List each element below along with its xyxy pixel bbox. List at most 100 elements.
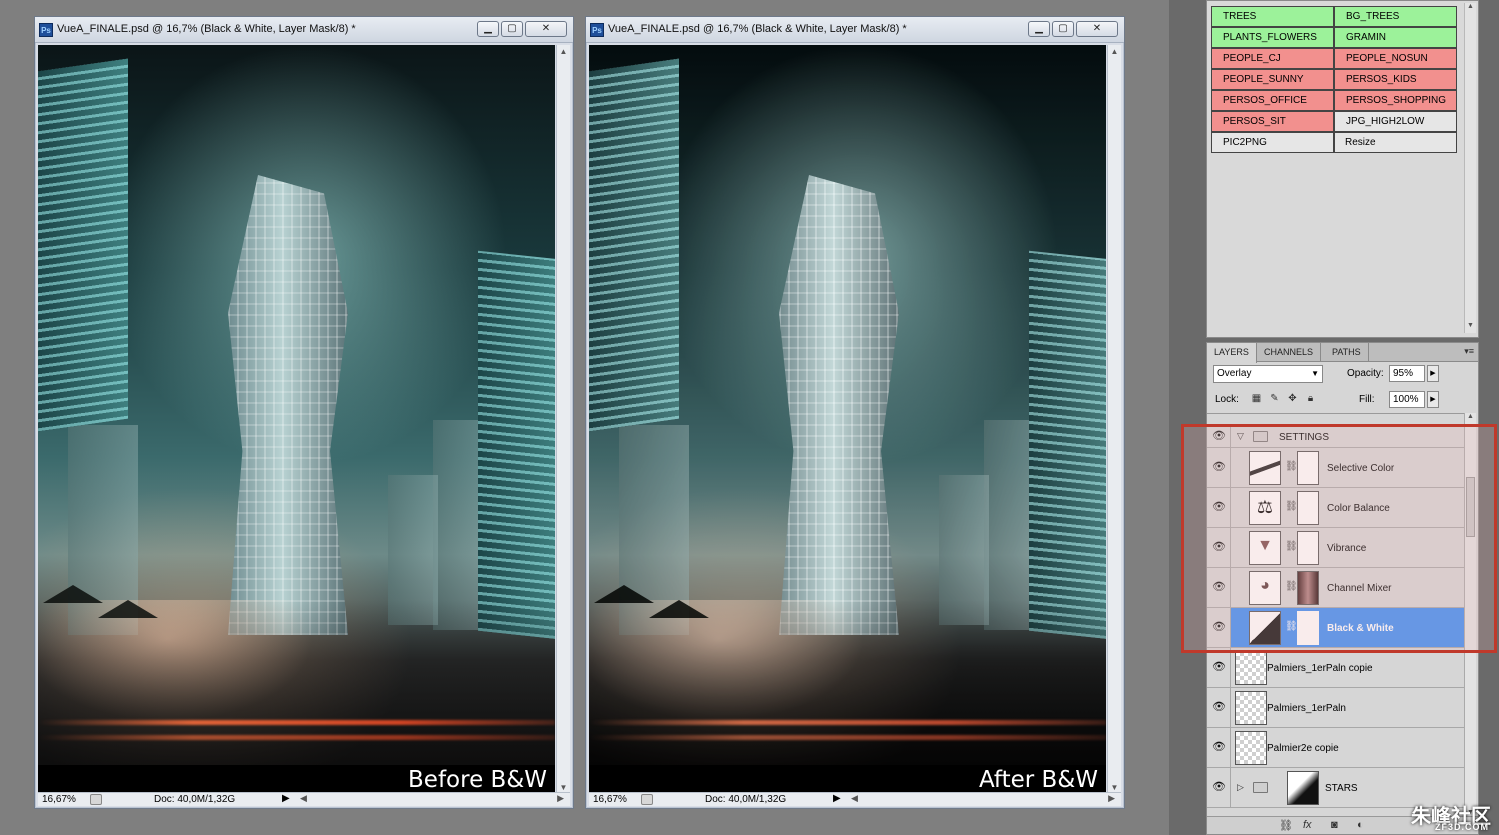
fill-slider-arrow-icon[interactable]: ▶ <box>1427 391 1439 408</box>
lock-image-icon[interactable]: ✎ <box>1269 393 1280 404</box>
action-button[interactable]: PEOPLE_CJ <box>1211 48 1334 69</box>
panel-menu-icon[interactable]: ▾≡ <box>1464 346 1474 357</box>
scroll-left-arrow-icon[interactable]: ◀ <box>300 793 307 804</box>
layer-row-partial[interactable] <box>1207 414 1464 426</box>
layer-mask-thumbnail[interactable] <box>1297 571 1319 605</box>
window-titlebar[interactable]: Ps VueA_FINALE.psd @ 16,7% (Black & Whit… <box>586 17 1124 43</box>
opacity-field[interactable]: 95% <box>1389 365 1425 382</box>
action-button[interactable]: GRAMIN <box>1334 27 1457 48</box>
action-button[interactable]: PERSOS_OFFICE <box>1211 90 1334 111</box>
action-button[interactable]: PERSOS_SIT <box>1211 111 1334 132</box>
visibility-eye-icon[interactable]: 👁︎ <box>1211 500 1227 514</box>
lock-all-icon[interactable]: 🔒︎ <box>1305 393 1316 404</box>
opacity-slider-arrow-icon[interactable]: ▶ <box>1427 365 1439 382</box>
action-button[interactable]: TREES <box>1211 6 1334 27</box>
scroll-right-arrow-icon[interactable]: ▶ <box>1108 793 1115 804</box>
black-white-icon <box>1249 611 1281 645</box>
scroll-left-arrow-icon[interactable]: ◀ <box>851 793 858 804</box>
layer-name: Palmiers_1erPaln <box>1267 703 1346 714</box>
action-button[interactable]: PEOPLE_SUNNY <box>1211 69 1334 90</box>
layer-mask-thumbnail[interactable] <box>1297 451 1319 485</box>
action-button[interactable]: PIC2PNG <box>1211 132 1334 153</box>
action-button[interactable]: PERSOS_KIDS <box>1334 69 1457 90</box>
link-chain-icon[interactable]: ⛓ <box>1285 581 1298 592</box>
fx-icon[interactable]: fx <box>1303 819 1312 831</box>
action-button[interactable]: Resize <box>1334 132 1457 153</box>
status-menu-arrow-icon[interactable]: ▶ <box>282 793 290 804</box>
status-menu-arrow-icon[interactable]: ▶ <box>833 793 841 804</box>
visibility-eye-icon[interactable]: 👁︎ <box>1211 540 1227 554</box>
zoom-level[interactable]: 16,67% <box>593 794 627 805</box>
zoom-icon[interactable] <box>641 794 653 805</box>
layer-row[interactable]: 👁︎ ◕ ⛓ Channel Mixer <box>1207 568 1464 608</box>
visibility-eye-icon[interactable]: 👁︎ <box>1211 660 1227 674</box>
scrollbar-thumb[interactable] <box>1466 477 1475 537</box>
action-button[interactable]: BG_TREES <box>1334 6 1457 27</box>
layers-scrollbar[interactable]: ▲ ▼ <box>1464 413 1476 818</box>
layer-mask-thumbnail[interactable] <box>1297 611 1319 645</box>
visibility-eye-icon[interactable]: 👁︎ <box>1211 700 1227 714</box>
zoom-icon[interactable] <box>90 794 102 805</box>
group-collapsed-triangle-icon[interactable]: ▷ <box>1237 782 1244 793</box>
document-window-before[interactable]: Ps VueA_FINALE.psd @ 16,7% (Black & Whit… <box>34 16 574 809</box>
scroll-down-arrow-icon[interactable]: ▼ <box>1465 322 1476 329</box>
link-chain-icon[interactable]: ⛓ <box>1285 621 1298 632</box>
document-window-after[interactable]: Ps VueA_FINALE.psd @ 16,7% (Black & Whit… <box>585 16 1125 809</box>
group-expand-triangle-icon[interactable]: ▽ <box>1237 431 1244 442</box>
minimize-button[interactable]: ▁ <box>1028 21 1050 37</box>
layer-row[interactable]: 👁︎ Palmier2e copie <box>1207 728 1464 768</box>
lock-position-icon[interactable]: ✥ <box>1287 393 1298 404</box>
link-chain-icon[interactable]: ⛓ <box>1285 541 1298 552</box>
vertical-scrollbar[interactable]: ▲ ▼ <box>1107 45 1121 795</box>
image-canvas[interactable]: Before B&W <box>38 45 555 795</box>
adjustment-layer-icon[interactable]: ◐ <box>1357 819 1364 831</box>
layer-mask-thumbnail[interactable] <box>1297 531 1319 565</box>
layer-row[interactable]: 👁︎ ▼ ⛓ Vibrance <box>1207 528 1464 568</box>
layer-mask-thumbnail[interactable] <box>1287 771 1319 805</box>
chevron-down-icon: ▼ <box>1311 369 1319 378</box>
layer-group-settings[interactable]: 👁︎ ▽ SETTINGS <box>1207 426 1464 448</box>
layer-mask-thumbnail[interactable] <box>1297 491 1319 525</box>
visibility-eye-icon[interactable]: 👁︎ <box>1211 460 1227 474</box>
add-mask-icon[interactable]: ◙ <box>1331 819 1338 831</box>
image-canvas[interactable]: After B&W <box>589 45 1106 795</box>
link-chain-icon[interactable]: ⛓ <box>1285 501 1298 512</box>
scroll-right-arrow-icon[interactable]: ▶ <box>557 793 564 804</box>
action-button[interactable]: JPG_HIGH2LOW <box>1334 111 1457 132</box>
layer-row[interactable]: 👁︎ Palmiers_1erPaln <box>1207 688 1464 728</box>
vertical-scrollbar[interactable]: ▲ ▼ <box>556 45 570 795</box>
minimize-button[interactable]: ▁ <box>477 21 499 37</box>
layer-row[interactable]: 👁︎ ⚖ ⛓ Color Balance <box>1207 488 1464 528</box>
link-chain-icon[interactable]: ⛓ <box>1285 461 1298 472</box>
visibility-eye-icon[interactable]: 👁︎ <box>1211 580 1227 594</box>
maximize-button[interactable]: ▢ <box>1052 21 1074 37</box>
action-button[interactable]: PEOPLE_NOSUN <box>1334 48 1457 69</box>
close-button[interactable]: ✕ <box>1076 21 1118 37</box>
layer-row-selected[interactable]: 👁︎ ⛓ Black & White <box>1207 608 1464 648</box>
action-button[interactable]: PERSOS_SHOPPING <box>1334 90 1457 111</box>
scroll-up-arrow-icon[interactable]: ▲ <box>1465 3 1476 10</box>
maximize-button[interactable]: ▢ <box>501 21 523 37</box>
lock-transparency-icon[interactable]: ▦ <box>1251 393 1262 404</box>
tab-paths[interactable]: PATHS <box>1325 343 1369 362</box>
visibility-eye-icon[interactable]: 👁︎ <box>1211 740 1227 754</box>
color-balance-icon: ⚖ <box>1249 491 1281 525</box>
close-button[interactable]: ✕ <box>525 21 567 37</box>
scroll-up-arrow-icon[interactable]: ▲ <box>1108 45 1121 59</box>
layer-row[interactable]: 👁︎ Palmiers_1erPaln copie <box>1207 648 1464 688</box>
action-button[interactable]: PLANTS_FLOWERS <box>1211 27 1334 48</box>
visibility-eye-icon[interactable]: 👁︎ <box>1211 620 1227 634</box>
visibility-eye-icon[interactable]: 👁︎ <box>1211 780 1227 794</box>
blend-mode-select[interactable]: Overlay ▼ <box>1213 365 1323 383</box>
window-titlebar[interactable]: Ps VueA_FINALE.psd @ 16,7% (Black & Whit… <box>35 17 573 43</box>
link-layers-icon[interactable]: ⛓ <box>1279 819 1293 832</box>
scroll-up-arrow-icon[interactable]: ▲ <box>1465 413 1476 420</box>
scroll-up-arrow-icon[interactable]: ▲ <box>557 45 570 59</box>
tab-channels[interactable]: CHANNELS <box>1257 343 1322 362</box>
zoom-level[interactable]: 16,67% <box>42 794 76 805</box>
visibility-eye-icon[interactable]: 👁︎ <box>1211 429 1227 443</box>
tab-layers[interactable]: LAYERS <box>1207 343 1257 363</box>
layer-row[interactable]: 👁︎ ⛓ Selective Color <box>1207 448 1464 488</box>
fill-field[interactable]: 100% <box>1389 391 1425 408</box>
actions-scrollbar[interactable]: ▲ ▼ <box>1464 3 1476 333</box>
